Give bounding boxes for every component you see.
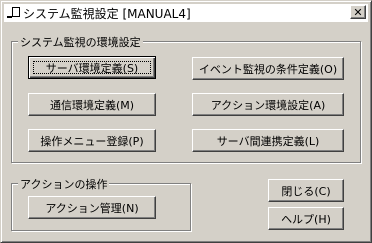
action-manage-button[interactable]: アクション管理(N)	[28, 196, 156, 219]
close-button-label: 閉じる(C)	[281, 184, 331, 198]
dialog-window: システム監視設定 [MANUAL4] ✕ システム監視の環境設定 サーバ環境定義…	[0, 0, 372, 243]
event-conditions-button-label: イベント監視の条件定義(O)	[198, 62, 338, 76]
server-link-button[interactable]: サーバ間連携定義(L)	[192, 129, 344, 152]
event-conditions-button[interactable]: イベント監視の条件定義(O)	[192, 57, 344, 80]
comm-env-button-label: 通信環境定義(M)	[49, 98, 135, 112]
help-button-label: ヘルプ(H)	[281, 212, 331, 226]
app-icon	[7, 7, 21, 19]
help-button[interactable]: ヘルプ(H)	[268, 207, 344, 230]
comm-env-button[interactable]: 通信環境定義(M)	[28, 93, 156, 116]
server-link-button-label: サーバ間連携定義(L)	[216, 134, 320, 148]
menu-register-button-label: 操作メニュー登録(P)	[40, 134, 144, 148]
title-bar[interactable]: システム監視設定 [MANUAL4] ✕	[4, 4, 368, 22]
focus-rectangle	[33, 61, 151, 74]
server-env-button[interactable]: サーバ環境定義(S)	[28, 56, 156, 79]
close-window-button[interactable]: ✕	[350, 5, 366, 19]
action-env-button[interactable]: アクション環境設定(A)	[192, 93, 344, 116]
action-env-button-label: アクション環境設定(A)	[210, 98, 326, 112]
close-button[interactable]: 閉じる(C)	[268, 179, 344, 202]
monitor-settings-group-label: システム監視の環境設定	[18, 34, 143, 50]
action-manage-button-label: アクション管理(N)	[45, 201, 139, 215]
window-title: システム監視設定 [MANUAL4]	[23, 6, 191, 21]
menu-register-button[interactable]: 操作メニュー登録(P)	[28, 129, 156, 152]
close-icon: ✕	[353, 5, 363, 19]
action-ops-group-label: アクションの操作	[18, 176, 110, 192]
